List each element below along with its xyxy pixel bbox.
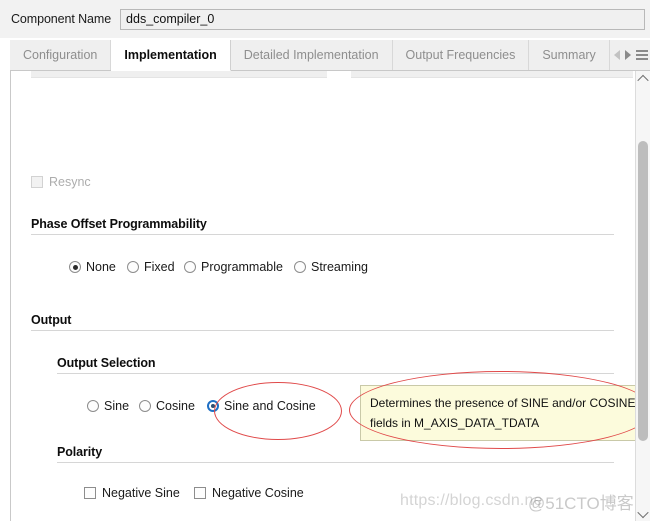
radio-label-fixed: Fixed xyxy=(144,260,175,274)
component-name-row: Component Name dds_compiler_0 xyxy=(0,0,650,38)
component-name-label: Component Name xyxy=(11,12,112,26)
radio-label-programmable: Programmable xyxy=(201,260,283,274)
resync-checkbox[interactable] xyxy=(31,176,43,188)
negative-sine-checkbox[interactable] xyxy=(84,487,96,499)
tab-output-frequencies[interactable]: Output Frequencies xyxy=(393,40,530,70)
tab-configuration[interactable]: Configuration xyxy=(10,40,112,70)
radio-sine-and-cosine[interactable] xyxy=(207,400,219,412)
radio-streaming[interactable] xyxy=(294,261,306,273)
scrollbar-thumb[interactable] xyxy=(638,141,648,441)
resync-label: Resync xyxy=(49,175,91,189)
radio-row-fixed[interactable]: Fixed xyxy=(127,260,175,274)
chevron-down-icon xyxy=(637,506,649,518)
radio-row-sine-and-cosine[interactable]: Sine and Cosine xyxy=(207,399,316,413)
form-scroll-content: Resync Phase Offset Programmability None… xyxy=(11,71,650,521)
tab-summary[interactable]: Summary xyxy=(529,40,608,70)
tooltip-popup: Determines the presence of SINE and/or C… xyxy=(360,385,639,441)
radio-row-sine[interactable]: Sine xyxy=(87,399,129,413)
phase-offset-divider xyxy=(31,234,614,235)
output-selection-divider xyxy=(57,373,614,374)
negative-sine-label: Negative Sine xyxy=(102,486,180,500)
scroll-up-button[interactable] xyxy=(636,71,650,86)
output-selection-title: Output Selection xyxy=(57,356,156,370)
radio-label-streaming: Streaming xyxy=(311,260,368,274)
clipped-row-top-right xyxy=(351,71,633,78)
tooltip-line-2: fields in M_AXIS_DATA_TDATA xyxy=(370,416,540,430)
chevron-up-icon xyxy=(637,74,649,86)
radio-row-programmable[interactable]: Programmable xyxy=(184,260,283,274)
tab-scroll-controls xyxy=(608,40,650,70)
radio-none[interactable] xyxy=(69,261,81,273)
radio-cosine[interactable] xyxy=(139,400,151,412)
component-name-input[interactable]: dds_compiler_0 xyxy=(120,8,646,30)
resync-checkbox-row[interactable]: Resync xyxy=(31,175,91,189)
polarity-divider xyxy=(57,462,614,463)
radio-programmable[interactable] xyxy=(184,261,196,273)
checkbox-row-negative-cosine[interactable]: Negative Cosine xyxy=(194,486,304,500)
output-section-title: Output xyxy=(31,313,72,327)
radio-label-none: None xyxy=(86,260,116,274)
radio-row-none[interactable]: None xyxy=(69,260,116,274)
triangle-left-icon[interactable] xyxy=(613,50,620,60)
triangle-right-icon[interactable] xyxy=(624,50,631,60)
scroll-down-button[interactable] xyxy=(636,506,650,521)
implementation-tab-panel: Resync Phase Offset Programmability None… xyxy=(10,71,650,521)
dds-compiler-config-window: Component Name dds_compiler_0 Configurat… xyxy=(0,0,650,521)
negative-cosine-checkbox[interactable] xyxy=(194,487,206,499)
tab-detailed-implementation[interactable]: Detailed Implementation xyxy=(231,40,393,70)
radio-row-cosine[interactable]: Cosine xyxy=(139,399,195,413)
tab-implementation[interactable]: Implementation xyxy=(111,40,231,71)
radio-label-cosine: Cosine xyxy=(156,399,195,413)
checkbox-row-negative-sine[interactable]: Negative Sine xyxy=(84,486,180,500)
tooltip-line-1: Determines the presence of SINE and/or C… xyxy=(370,396,636,410)
tab-bar: Configuration Implementation Detailed Im… xyxy=(10,40,650,71)
radio-label-sine-and-cosine: Sine and Cosine xyxy=(224,399,316,413)
radio-row-streaming[interactable]: Streaming xyxy=(294,260,368,274)
radio-label-sine: Sine xyxy=(104,399,130,413)
negative-cosine-label: Negative Cosine xyxy=(212,486,304,500)
radio-sine[interactable] xyxy=(87,400,99,412)
output-divider xyxy=(31,330,614,331)
hamburger-menu-icon[interactable] xyxy=(635,50,648,60)
radio-fixed[interactable] xyxy=(127,261,139,273)
phase-offset-section-title: Phase Offset Programmability xyxy=(31,217,207,231)
vertical-scrollbar[interactable] xyxy=(635,71,650,521)
polarity-title: Polarity xyxy=(57,445,103,459)
